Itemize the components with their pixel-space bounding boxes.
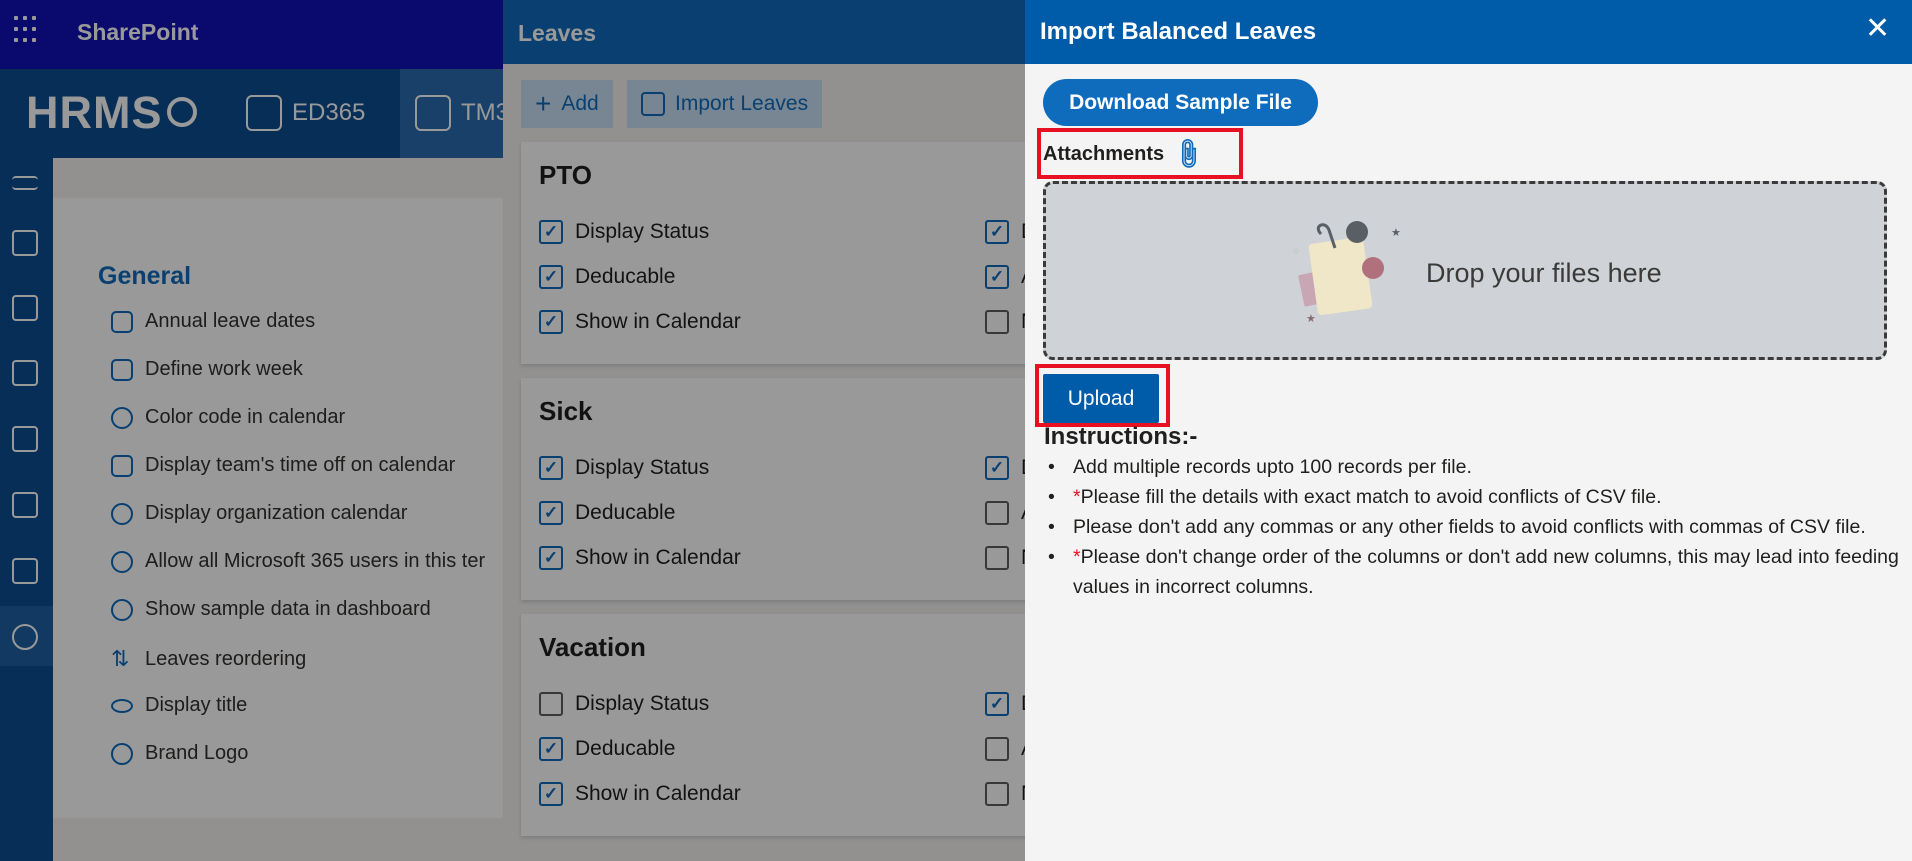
instruction-item: Add multiple records upto 100 records pe…	[1044, 452, 1906, 482]
import-panel: Import Balanced Leaves ✕ Download Sample…	[1025, 0, 1912, 861]
file-drop-zone[interactable]: ★ ★ ☆ Drop your files here	[1043, 181, 1887, 360]
instruction-item: *Please don't change order of the column…	[1044, 542, 1906, 602]
close-icon[interactable]: ✕	[1865, 14, 1890, 44]
instructions-list: Add multiple records upto 100 records pe…	[1044, 452, 1906, 602]
instruction-item: Please don't add any commas or any other…	[1044, 512, 1906, 542]
instruction-text: Add multiple records upto 100 records pe…	[1073, 456, 1472, 478]
svg-text:★: ★	[1391, 226, 1401, 239]
attachments-highlight	[1037, 128, 1243, 179]
import-panel-header: Import Balanced Leaves ✕	[1025, 0, 1912, 64]
import-panel-title: Import Balanced Leaves	[1040, 18, 1317, 45]
drop-files-text: Drop your files here	[1426, 258, 1662, 288]
instruction-text: Please don't add any commas or any other…	[1073, 516, 1866, 538]
upload-highlight	[1035, 364, 1170, 427]
instruction-text: Please don't change order of the columns…	[1073, 546, 1899, 598]
instructions-title: Instructions:-	[1044, 423, 1198, 450]
svg-text:★: ★	[1306, 312, 1316, 325]
required-star: *	[1073, 486, 1081, 508]
modal-overlay[interactable]	[0, 0, 1025, 861]
download-sample-button[interactable]: Download Sample File	[1043, 79, 1318, 126]
upload-illustration-icon: ★ ★ ☆	[1292, 221, 1401, 325]
required-star: *	[1073, 546, 1081, 568]
instruction-item: *Please fill the details with exact matc…	[1044, 482, 1906, 512]
instruction-text: Please fill the details with exact match…	[1080, 486, 1662, 508]
svg-text:☆: ☆	[1292, 247, 1300, 257]
